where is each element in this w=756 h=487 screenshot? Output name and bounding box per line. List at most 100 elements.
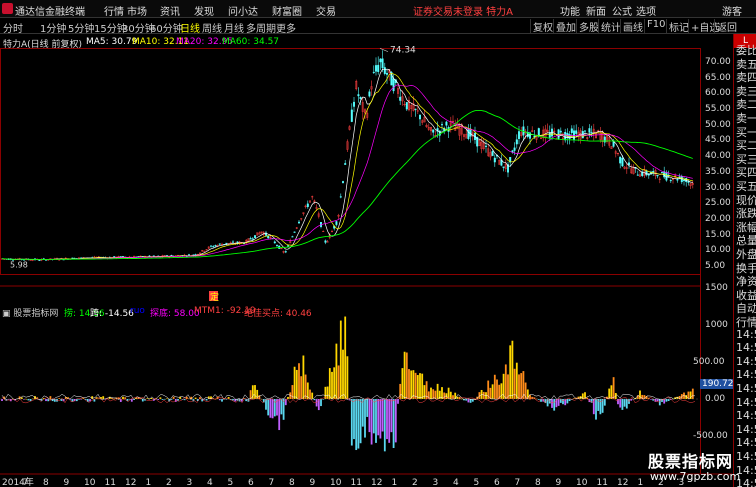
candle-body	[350, 109, 353, 122]
indicator-bar	[491, 384, 494, 399]
candle-body	[214, 245, 217, 247]
diejia-button[interactable]: 叠加	[553, 19, 578, 34]
candle-body	[344, 163, 347, 165]
indicator-bar	[377, 399, 380, 436]
x-axis-label: 7	[23, 478, 29, 487]
indicator-bar	[177, 399, 179, 401]
f10-button[interactable]: F10	[644, 19, 667, 33]
candle-body	[621, 158, 624, 167]
menu-item-xinmian[interactable]: 新面	[586, 3, 606, 18]
indicator-bar	[108, 396, 111, 399]
indicator-item-jiajia: 绝佳买点: 40.46	[244, 309, 312, 319]
indicator-icon: ▣	[2, 309, 14, 319]
x-axis-label: 1	[392, 478, 398, 487]
menu-bar: 通达信金融终端 行情 市场 资讯 发现 问小达 财富圈 交易 证券交易未登录 特…	[0, 0, 756, 18]
candle-body	[287, 245, 290, 247]
candle-body	[357, 94, 360, 97]
indicator-bar	[357, 399, 360, 449]
indicator-bar	[1, 399, 3, 401]
indicator-bar	[496, 379, 498, 399]
huaxian-button[interactable]: 画线	[620, 19, 645, 34]
user-guest[interactable]: 游客	[722, 3, 742, 18]
indicator-bar	[49, 396, 52, 399]
candle-body	[38, 259, 41, 261]
watermark: 股票指标网 www.7gpzb.com	[644, 448, 754, 486]
menu-item-hangqing[interactable]: 行情	[104, 3, 124, 18]
indicator-bar	[174, 399, 177, 402]
period-5min[interactable]: 5分钟	[68, 20, 94, 35]
menu-item-gongshi[interactable]: 公式	[612, 3, 632, 18]
indicator-bar	[623, 399, 626, 407]
candle-body	[559, 130, 562, 133]
x-axis-label: 8	[289, 478, 295, 487]
indicator-bar	[320, 399, 322, 407]
indicator-bar	[639, 390, 641, 399]
indicator-bar	[408, 369, 410, 399]
x-axis-label: 12	[371, 478, 382, 487]
menu-item-shichang[interactable]: 市场	[127, 3, 147, 18]
login-status[interactable]: 证券交易未登录 特力A	[413, 3, 513, 18]
indicator-bar	[27, 399, 30, 401]
indicator-bar	[405, 352, 408, 399]
indicator-bar	[469, 399, 472, 403]
indicator-bar	[333, 367, 336, 399]
period-daily[interactable]: 日线	[180, 20, 200, 35]
indicator-bar	[566, 399, 569, 404]
candle-body	[652, 171, 655, 173]
indicator-bar	[361, 399, 364, 427]
period-multi[interactable]: 多周期	[246, 20, 276, 35]
menu-item-xuanxiang[interactable]: 选项	[636, 3, 656, 18]
indicator-bar	[205, 399, 208, 401]
candle-body	[467, 128, 470, 140]
app-logo-icon	[2, 3, 13, 14]
indicator-y-tick: -500.00	[693, 431, 728, 441]
menu-item-jiaoyi[interactable]: 交易	[316, 3, 336, 18]
indicator-bar	[122, 396, 124, 399]
menu-item-caifuquan[interactable]: 财富圈	[272, 3, 302, 18]
indicator-bar	[434, 390, 437, 399]
indicator-bar	[403, 351, 406, 399]
candle-body	[515, 139, 518, 145]
period-more[interactable]: 更多	[276, 20, 296, 35]
candle-body	[276, 244, 279, 246]
period-monthly[interactable]: 月线	[224, 20, 244, 35]
ma20-line	[1, 84, 693, 260]
candle-body	[619, 156, 622, 164]
period-weekly[interactable]: 周线	[202, 20, 222, 35]
menu-item-faxian[interactable]: 发现	[194, 3, 214, 18]
indicator-bar	[379, 399, 382, 439]
x-axis-label: 6	[494, 478, 500, 487]
chart-canvas[interactable]: 74.345.98定2014年7 8 9 10 11 12 1 2 3 4 5 6 7 8 9 10 11 12 1…	[0, 34, 732, 487]
period-60min[interactable]: 60分钟	[150, 20, 183, 35]
candle-body	[372, 71, 375, 73]
indicator-bar	[386, 399, 388, 440]
indicator-bar	[315, 399, 318, 407]
candle-body	[253, 235, 256, 238]
candle-body	[386, 72, 389, 75]
menu-item-wenxiaoda[interactable]: 问小达	[228, 3, 258, 18]
period-fenshi[interactable]: 分时	[3, 20, 23, 35]
menu-item-gongneng[interactable]: 功能	[560, 3, 580, 18]
indicator-bar	[295, 369, 298, 399]
candle-body	[656, 175, 659, 177]
indicator-bar	[419, 373, 421, 399]
side-panel-item: 14:5	[736, 341, 756, 355]
indicator-bar	[507, 374, 509, 399]
indicator-bar	[399, 383, 402, 399]
menu-item-zixun[interactable]: 资讯	[160, 3, 180, 18]
indicator-bar	[20, 397, 23, 399]
indicator-bar	[493, 374, 496, 399]
period-1min[interactable]: 1分钟	[40, 20, 66, 35]
price-y-tick: 35.00	[705, 166, 731, 177]
indicator-bar	[603, 399, 606, 406]
fuquan-button[interactable]: 复权	[530, 19, 555, 34]
indicator-bar	[691, 388, 694, 399]
candle-body	[375, 65, 378, 72]
kline-chart[interactable]: 74.34 5.98 定 2014年 7 8 9 10 11 12 1 2 3 4 5 6 7 8 9 10 11 12 1…	[0, 34, 736, 487]
indicator-bar	[562, 399, 564, 405]
candle-body	[322, 230, 325, 232]
watermark-url: www.7gpzb.com	[650, 470, 741, 483]
back-button[interactable]: 返回	[714, 19, 739, 34]
candle-body	[306, 203, 309, 208]
candle-body	[273, 241, 276, 244]
